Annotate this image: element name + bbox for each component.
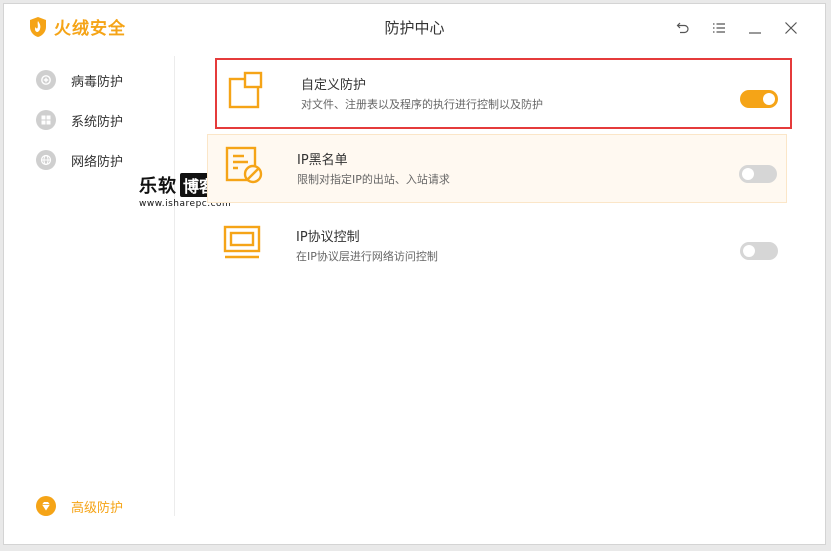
sidebar-item-label: 高级防护 bbox=[71, 500, 124, 516]
toggle-knob bbox=[743, 245, 755, 257]
ip-blacklist-toggle[interactable] bbox=[739, 165, 777, 183]
title-bar: 火绒安全 防护中心 bbox=[4, 4, 825, 50]
custom-protection-toggle[interactable] bbox=[740, 90, 778, 108]
toggle-knob bbox=[763, 93, 775, 105]
ip-protocol-icon bbox=[223, 225, 261, 259]
feature-desc: 对文件、注册表以及程序的执行进行控制以及防护 bbox=[301, 98, 543, 111]
ip-protocol-toggle[interactable] bbox=[740, 242, 778, 260]
feature-card-ip-blacklist[interactable]: IP黑名单 限制对指定IP的出站、入站请求 bbox=[207, 134, 787, 203]
feature-title: 自定义防护 bbox=[301, 78, 367, 93]
plus-circle-icon bbox=[36, 70, 56, 90]
feature-title: IP协议控制 bbox=[296, 230, 360, 245]
feature-card-ip-protocol[interactable]: IP协议控制 在IP协议层进行网络访问控制 bbox=[212, 212, 790, 281]
back-button[interactable] bbox=[665, 16, 701, 40]
sidebar-item-advanced[interactable]: 高级防护 bbox=[36, 496, 123, 516]
feature-title: IP黑名单 bbox=[297, 153, 348, 168]
sidebar-item-label: 网络防护 bbox=[71, 154, 124, 170]
feature-desc: 限制对指定IP的出站、入站请求 bbox=[297, 173, 450, 186]
sidebar-item-system[interactable]: 系统防护 bbox=[36, 110, 123, 130]
globe-icon bbox=[36, 150, 56, 170]
windows-icon bbox=[36, 110, 56, 130]
diamond-icon bbox=[36, 496, 56, 516]
close-button[interactable] bbox=[773, 16, 809, 40]
watermark-text: 乐软 bbox=[139, 176, 177, 197]
feature-card-custom-protection[interactable]: 自定义防护 对文件、注册表以及程序的执行进行控制以及防护 bbox=[215, 58, 792, 129]
custom-protection-icon bbox=[228, 71, 263, 109]
sidebar-item-virus[interactable]: 病毒防护 bbox=[36, 70, 123, 90]
toggle-knob bbox=[742, 168, 754, 180]
sidebar-item-label: 系统防护 bbox=[71, 114, 124, 130]
back-icon bbox=[676, 22, 689, 34]
sidebar-item-network[interactable]: 网络防护 bbox=[36, 150, 123, 170]
ip-blacklist-icon bbox=[225, 146, 263, 184]
menu-button[interactable] bbox=[701, 16, 737, 40]
sidebar-item-label: 病毒防护 bbox=[71, 74, 124, 90]
menu-icon bbox=[713, 23, 725, 33]
close-icon bbox=[785, 22, 797, 34]
minimize-icon bbox=[749, 32, 761, 34]
sidebar-divider bbox=[174, 56, 175, 516]
minimize-button[interactable] bbox=[737, 16, 773, 40]
sidebar: 病毒防护 系统防护 网络防护 高级防护 bbox=[4, 50, 174, 544]
window-controls bbox=[665, 16, 809, 40]
app-window: 火绒安全 防护中心 病毒防护 系统防护 网络防护 高级防护 乐软 博客 www.… bbox=[3, 3, 826, 545]
feature-desc: 在IP协议层进行网络访问控制 bbox=[296, 250, 438, 263]
